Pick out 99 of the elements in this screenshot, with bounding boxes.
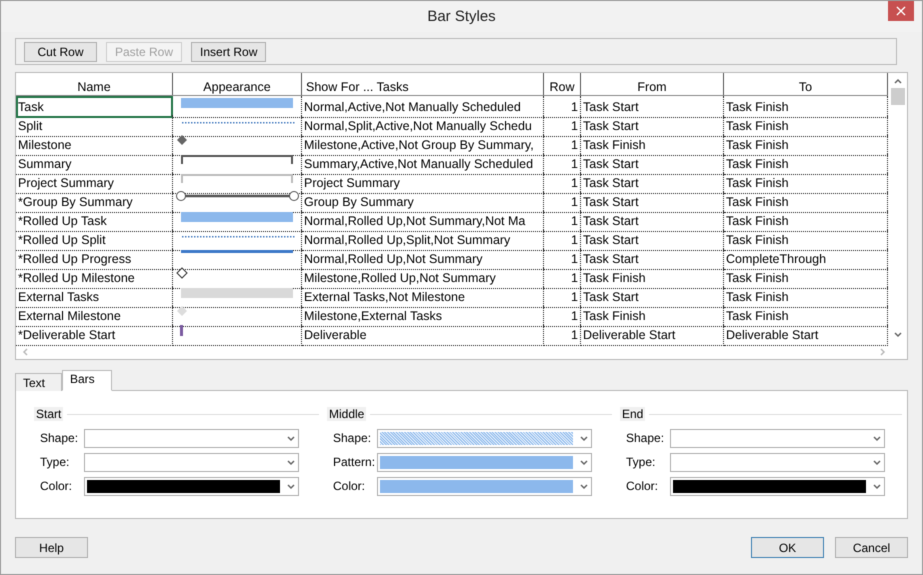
section-title: Middle <box>327 407 366 421</box>
field-label: Shape: <box>626 431 666 445</box>
table-cell[interactable]: Normal,Split,Active,Not Manually Schedu <box>302 115 544 137</box>
table-cell[interactable]: Project Summary <box>16 172 173 194</box>
table-cell[interactable]: 1 <box>544 172 581 194</box>
table-cell[interactable]: *Rolled Up Split <box>16 229 173 251</box>
dropdown-caret-icon[interactable] <box>872 482 882 490</box>
dropdown-field[interactable] <box>377 428 592 448</box>
table-cell[interactable]: *Rolled Up Milestone <box>16 267 173 289</box>
help-button[interactable]: Help <box>15 537 88 558</box>
table-cell[interactable]: Normal,Rolled Up,Split,Not Summary <box>302 229 544 251</box>
field-label: Color: <box>333 479 366 493</box>
column-header[interactable]: Name <box>16 73 173 95</box>
close-button[interactable]: × <box>888 1 914 21</box>
dropdown-caret-icon[interactable] <box>286 434 296 442</box>
table-cell[interactable]: 1 <box>544 324 581 346</box>
table-cell[interactable]: Task Start <box>581 115 724 137</box>
table-cell[interactable]: Normal,Rolled Up,Not Summary,Not Ma <box>302 210 544 232</box>
dropdown-caret-icon[interactable] <box>872 458 882 466</box>
section-title: Start <box>34 407 64 421</box>
dropdown-field[interactable] <box>377 476 592 496</box>
field-label: Type: <box>626 455 656 469</box>
dropdown-caret-icon[interactable] <box>579 482 589 490</box>
column-header[interactable]: From <box>581 73 724 95</box>
dropdown-caret-icon[interactable] <box>579 458 589 466</box>
table-cell[interactable]: Task Start <box>581 248 724 270</box>
table-cell[interactable]: *Deliverable Start <box>16 324 173 346</box>
ok-button[interactable]: OK <box>751 537 824 558</box>
table-cell[interactable]: Milestone,External Tasks <box>302 305 544 327</box>
dropdown-caret-icon[interactable] <box>286 482 296 490</box>
table-cell[interactable]: 1 <box>544 286 581 308</box>
scroll-down-icon[interactable] <box>892 330 902 339</box>
cancel-button[interactable]: Cancel <box>835 537 908 558</box>
table-cell[interactable]: *Rolled Up Task <box>16 210 173 232</box>
table-cell[interactable]: 1 <box>544 248 581 270</box>
field-label: Shape: <box>40 431 80 445</box>
table-cell[interactable]: Deliverable Start <box>581 324 724 346</box>
table-cell[interactable]: Task Start <box>581 172 724 194</box>
table-cell[interactable]: 1 <box>544 115 581 137</box>
field-label: Pattern: <box>333 455 376 469</box>
table-cell[interactable]: Milestone,Rolled Up,Not Summary <box>302 267 544 289</box>
table-cell[interactable]: Normal,Rolled Up,Not Summary <box>302 248 544 270</box>
dropdown-caret-icon[interactable] <box>286 458 296 466</box>
table-cell[interactable]: Task Start <box>581 286 724 308</box>
table-cell[interactable]: Task <box>16 96 173 118</box>
field-label: Type: <box>40 455 70 469</box>
table-cell[interactable]: External Tasks <box>16 286 173 308</box>
tab[interactable]: Text <box>15 373 62 391</box>
table-cell[interactable]: Milestone,Active,Not Group By Summary, <box>302 134 544 156</box>
table-cell[interactable]: Project Summary <box>302 172 544 194</box>
dropdown-field[interactable] <box>377 452 592 472</box>
section-title: End <box>620 407 646 421</box>
table-cell[interactable]: External Tasks,Not Milestone <box>302 286 544 308</box>
window-title: Bar Styles <box>427 8 496 25</box>
dropdown-field[interactable] <box>84 476 299 496</box>
table-cell[interactable]: Normal,Active,Not Manually Scheduled <box>302 96 544 118</box>
table-cell[interactable]: Task Finish <box>581 305 724 327</box>
toolbar-button[interactable]: Insert Row <box>191 42 266 62</box>
column-header[interactable]: Appearance <box>173 73 302 95</box>
table-cell[interactable]: Task Start <box>581 191 724 213</box>
table-cell[interactable]: *Rolled Up Progress <box>16 248 173 270</box>
field-label: Color: <box>626 479 660 493</box>
field-label: Color: <box>40 479 74 493</box>
table-cell[interactable]: External Milestone <box>16 305 173 327</box>
scroll-thumb[interactable] <box>890 88 904 105</box>
dropdown-field[interactable] <box>670 452 885 472</box>
table-cell[interactable]: 1 <box>544 229 581 251</box>
dropdown-field[interactable] <box>670 428 885 448</box>
table-cell[interactable]: Split <box>16 115 173 137</box>
dropdown-field[interactable] <box>84 452 299 472</box>
table-cell[interactable]: 1 <box>544 305 581 327</box>
tab[interactable]: Bars <box>62 370 112 391</box>
table-cell[interactable]: 1 <box>544 96 581 118</box>
dropdown-field[interactable] <box>84 428 299 448</box>
table-cell[interactable]: Group By Summary <box>302 191 544 213</box>
dropdown-caret-icon[interactable] <box>872 434 882 442</box>
table-cell[interactable]: Milestone <box>16 134 173 156</box>
column-header[interactable]: Show For ... Tasks <box>302 73 544 95</box>
table-cell[interactable]: Summary <box>16 153 173 175</box>
table-cell[interactable]: Task Start <box>581 96 724 118</box>
table-cell[interactable]: Task Start <box>581 153 724 175</box>
table-cell[interactable]: 1 <box>544 210 581 232</box>
field-label: Shape: <box>333 431 372 445</box>
table-cell[interactable]: Deliverable <box>302 324 544 346</box>
table-cell[interactable]: 1 <box>544 191 581 213</box>
table-cell[interactable]: Task Finish <box>581 134 724 156</box>
table-cell[interactable]: 1 <box>544 267 581 289</box>
scroll-up-icon[interactable] <box>892 77 902 86</box>
table-cell[interactable]: 1 <box>544 153 581 175</box>
table-cell[interactable]: Task Finish <box>581 267 724 289</box>
dropdown-field[interactable] <box>670 476 885 496</box>
table-cell[interactable]: Summary,Active,Not Manually Scheduled <box>302 153 544 175</box>
table-cell[interactable]: 1 <box>544 134 581 156</box>
toolbar-button[interactable]: Cut Row <box>24 42 97 62</box>
table-cell[interactable]: *Group By Summary <box>16 191 173 213</box>
dropdown-caret-icon[interactable] <box>579 434 589 442</box>
table-cell[interactable]: Task Start <box>581 229 724 251</box>
column-header[interactable]: Row <box>544 73 581 95</box>
table-cell[interactable]: Task Start <box>581 210 724 232</box>
